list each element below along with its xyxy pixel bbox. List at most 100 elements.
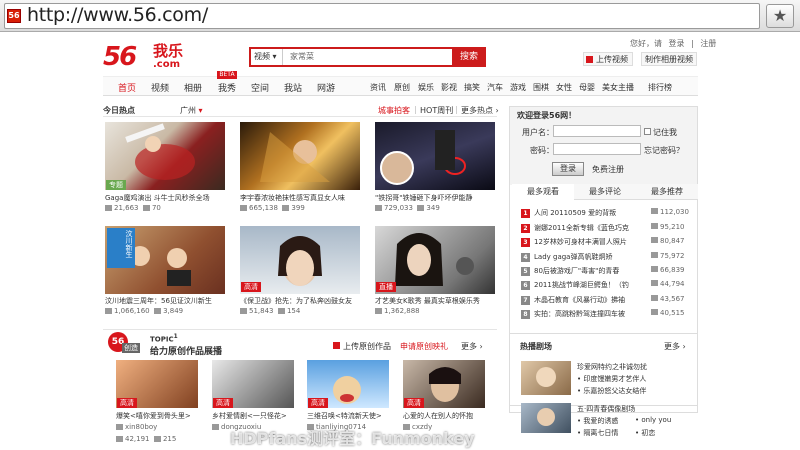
beta-badge: BETA xyxy=(217,71,237,79)
video-caption[interactable]: 汶川地震三周年：56见证汶川新生 xyxy=(105,296,225,306)
rank-number: 8 xyxy=(521,310,530,319)
tag-badge: 直播 xyxy=(376,282,396,292)
drama-line[interactable]: • 印度馒嫩男才艺伴人 xyxy=(577,374,646,384)
drama-thumbnail-1[interactable] xyxy=(521,361,571,395)
register-link[interactable]: 免费注册 xyxy=(592,164,624,175)
ranking-item[interactable]: 3 12岁林妙可身材丰满冒人照片 80,847 xyxy=(521,237,691,249)
tab-most-comments[interactable]: 最多评论 xyxy=(574,184,636,200)
site-favicon-icon: 56 xyxy=(7,9,21,23)
drama-thumbnail-2[interactable] xyxy=(521,403,571,433)
nav-space[interactable]: 空间 xyxy=(251,81,269,94)
video-caption[interactable]: 《保卫战》抢先：为了私奔凶鼓女友 xyxy=(240,296,360,306)
topic-caption[interactable]: 三维召唤<特流新天使> xyxy=(307,411,397,421)
nav-home[interactable]: 首页 xyxy=(118,81,136,94)
make-album-video-button[interactable]: 制作相册视频 xyxy=(641,52,697,66)
nav-movies[interactable]: 影视 xyxy=(441,82,457,93)
topic-label: TOPIC1 xyxy=(150,334,178,344)
remember-checkbox[interactable] xyxy=(644,128,651,135)
views-icon xyxy=(651,252,658,258)
ranking-item[interactable]: 1 人间 20110509 爱的背叛 112,030 xyxy=(521,208,691,220)
video-stats: 1,066,160 3,849 xyxy=(105,307,183,315)
video-stats: 665,138 399 xyxy=(240,204,305,212)
site-logo[interactable]: 56 我乐 .com xyxy=(103,42,193,71)
drama-line[interactable]: • 我爱的诱惑 xyxy=(577,416,618,426)
views-icon xyxy=(240,205,247,211)
ranking-item[interactable]: 4 Lady gaga弹高帆鞋炯矫 75,972 xyxy=(521,252,691,264)
topic-user[interactable]: xin80boy xyxy=(116,423,157,431)
nav-baby[interactable]: 母婴 xyxy=(579,82,595,93)
password-input[interactable] xyxy=(553,143,641,155)
nav-games[interactable]: 网游 xyxy=(317,81,335,94)
nav-woxiu[interactable]: 我秀 xyxy=(218,81,236,94)
ranking-item[interactable]: 7 木晶石教育《风暴行动》拂袖 43,567 xyxy=(521,295,691,307)
topic-title: 给力原创作品展播 xyxy=(150,347,223,357)
views-icon xyxy=(651,237,658,243)
video-caption[interactable]: 李宇春浓妆艳抹性感写真显女人味 xyxy=(240,193,360,203)
more-hot-link[interactable]: 更多热点 › xyxy=(461,105,499,116)
ranking-item[interactable]: 6 2011挑战节峰湖巨鳄鱼！（钓 44,794 xyxy=(521,280,691,292)
views-icon xyxy=(375,308,382,314)
liyuchun-thumbnail[interactable] xyxy=(240,122,360,190)
login-link[interactable]: 登录 xyxy=(669,39,685,48)
topic-caption[interactable]: 爆笑<嘻你爱到骨头里> xyxy=(116,411,206,421)
bookmark-star-button[interactable]: ★ xyxy=(766,4,794,28)
search-button[interactable]: 搜索 xyxy=(452,47,486,67)
nav-women[interactable]: 女性 xyxy=(556,82,572,93)
apply-original-link[interactable]: 申请原创映礼 xyxy=(400,341,448,352)
topic-caption[interactable]: 乡村爱情剧<一只怪花> xyxy=(212,411,302,421)
more-drama-link[interactable]: 更多 › xyxy=(664,341,686,352)
tab-city-reporter[interactable]: 城事拍客 xyxy=(378,105,410,116)
logo-wole: 我乐 xyxy=(153,42,184,60)
topic-badge-sub: 创造 xyxy=(122,343,140,353)
tab-most-viewed[interactable]: 最多观看 xyxy=(512,184,574,200)
nav-funny[interactable]: 搞笑 xyxy=(464,82,480,93)
search-input[interactable]: 家常菜 xyxy=(290,49,450,65)
nav-game[interactable]: 游戏 xyxy=(510,82,526,93)
views-icon xyxy=(105,205,112,211)
nav-auto[interactable]: 汽车 xyxy=(487,82,503,93)
nav-album[interactable]: 相册 xyxy=(184,81,202,94)
username-label: 用户名： xyxy=(522,128,554,137)
username-input[interactable] xyxy=(553,125,641,137)
url-text[interactable]: http://www.56.com/ xyxy=(27,4,208,26)
nav-video[interactable]: 视频 xyxy=(151,81,169,94)
comments-icon xyxy=(153,436,161,442)
nav-ranking[interactable]: 排行榜 xyxy=(648,82,672,93)
drama-line[interactable]: • only you xyxy=(635,416,671,424)
upload-video-button[interactable]: 上传视频 xyxy=(583,52,633,66)
comments-icon xyxy=(417,205,425,211)
tab-most-recommended[interactable]: 最多推荐 xyxy=(636,184,698,200)
drama-line[interactable]: • 乐嘉扮怒父达女结伴 xyxy=(577,386,646,396)
forgot-password-link[interactable]: 忘记密码？ xyxy=(644,145,684,156)
register-link[interactable]: 注册 xyxy=(700,39,716,48)
ranking-item[interactable]: 8 实拍：高跳粉黔驾连撞四车被 40,515 xyxy=(521,309,691,321)
login-button[interactable]: 登录 xyxy=(552,162,584,176)
video-caption[interactable]: Gaga魔鸡演出 斗牛士风秒杀全场 xyxy=(105,193,225,203)
more-topic-link[interactable]: 更多 › xyxy=(461,341,483,352)
nav-entertainment[interactable]: 娱乐 xyxy=(418,82,434,93)
tieguaige-thumbnail[interactable] xyxy=(375,122,495,190)
drama-title[interactable]: 五·四青春偶像剧场 xyxy=(577,404,635,414)
ranking-item[interactable]: 5 80后被游戏厂"毒害"的青春 66,839 xyxy=(521,266,691,278)
search-category-select[interactable]: 视频 ▾ xyxy=(251,49,283,65)
drama-line[interactable]: • 初恋 xyxy=(635,428,655,438)
nav-news[interactable]: 资讯 xyxy=(370,82,386,93)
drama-title[interactable]: 珍爱网特约之非诚勿扰 xyxy=(577,362,647,372)
drama-line[interactable]: • 隔离七日情 xyxy=(577,428,618,438)
video-caption[interactable]: "铁拐哥"铁锤砸下身吓坏伊能静 xyxy=(375,193,495,203)
separator: | xyxy=(455,105,458,114)
nav-anchors[interactable]: 美女主播 xyxy=(602,82,634,93)
video-stats: 1,362,888 xyxy=(375,307,420,315)
nav-mystation[interactable]: 我站 xyxy=(284,81,302,94)
login-title: 欢迎登录56网！ xyxy=(517,111,577,120)
ranking-item[interactable]: 2 谢娜2011全新专辑《蓝色巧克 95,210 xyxy=(521,223,691,235)
city-select[interactable]: 广州 ▾ xyxy=(180,105,203,116)
upload-original-link[interactable]: 上传原创作品 xyxy=(333,341,391,352)
nav-go[interactable]: 围棋 xyxy=(533,82,549,93)
video-caption[interactable]: 才艺美女K歌秀 最真实草根娱乐秀 xyxy=(375,296,495,306)
comments-icon xyxy=(142,205,150,211)
video-stats: 21,663 70 xyxy=(105,204,161,212)
topic-caption[interactable]: 心爱的人在别人的怀抱 xyxy=(403,411,493,421)
tab-hot-weekly[interactable]: HOT周刊 xyxy=(420,105,453,116)
nav-original[interactable]: 原创 xyxy=(394,82,410,93)
